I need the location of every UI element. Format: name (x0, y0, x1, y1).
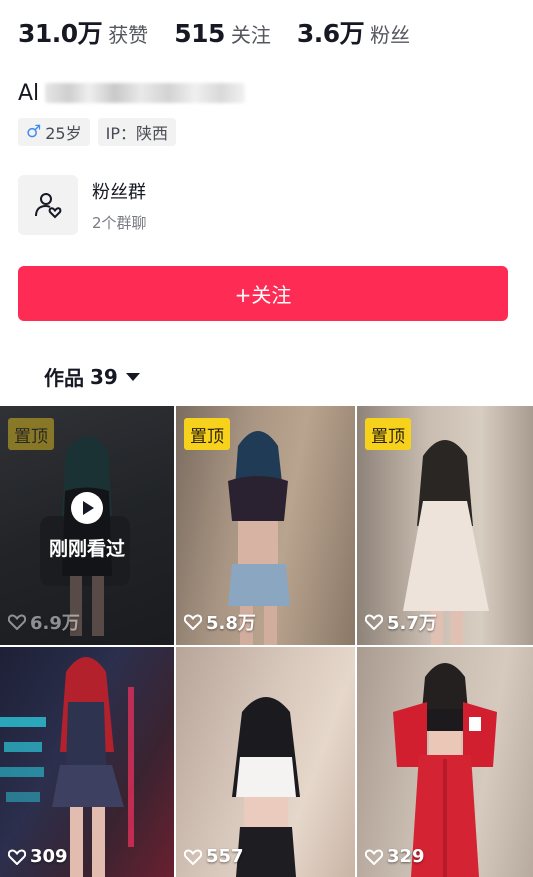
video-likes-count: 5.7万 (387, 613, 437, 634)
video-likes: 557 (184, 846, 244, 867)
just-watched-label: 刚刚看过 (48, 538, 125, 560)
stat-following-label: 关注 (230, 23, 271, 47)
video-likes-count: 557 (206, 846, 244, 867)
stat-following-value: 515 (174, 19, 225, 48)
pinned-badge: 置顶 (365, 418, 411, 450)
heart-icon (184, 614, 202, 630)
follow-button[interactable]: +关注 (18, 266, 508, 321)
video-likes: 5.7万 (365, 609, 437, 635)
stat-followers-value: 3.6万 (296, 19, 365, 48)
works-label: 作品 (44, 366, 84, 390)
stat-followers[interactable]: 3.6万 粉丝 (297, 14, 410, 50)
heart-icon (184, 848, 202, 865)
video-thumbnail[interactable]: 置顶 5.8万 (176, 406, 355, 645)
heart-icon (365, 614, 383, 630)
heart-icon (8, 848, 26, 865)
video-thumbnail[interactable]: 置顶 刚刚看过 6.9万 (0, 406, 174, 645)
pinned-badge: 置顶 (184, 418, 230, 450)
heart-icon (365, 848, 383, 865)
video-cover-figure (232, 697, 300, 877)
stat-likes-label: 获赞 (108, 23, 149, 47)
video-likes: 309 (8, 846, 68, 867)
heart-icon (8, 614, 26, 630)
male-icon: ♂ (26, 122, 42, 142)
video-likes-count: 5.8万 (206, 613, 256, 634)
profile-tags: ♂ 25岁 IP：陕西 (18, 118, 184, 146)
tab-works[interactable]: 作品 39 (44, 362, 140, 391)
video-likes-count: 6.9万 (30, 613, 80, 634)
profile-name-text: Al (18, 80, 40, 106)
ip-tag: IP：陕西 (97, 118, 176, 146)
profile-stats: 31.0万 获赞 515 关注 3.6万 粉丝 (18, 14, 436, 50)
age-tag: ♂ 25岁 (18, 118, 90, 146)
people-heart-icon (35, 193, 62, 219)
video-cover-figure (0, 657, 134, 877)
video-likes: 329 (365, 846, 425, 867)
fan-group-texts: 粉丝群 2个群聊 (92, 178, 147, 233)
caret-down-icon (125, 372, 140, 381)
fan-group-title: 粉丝群 (92, 181, 146, 203)
name-blur-mask (45, 83, 246, 103)
age-text: 25岁 (45, 124, 82, 143)
video-likes-count: 309 (30, 846, 68, 867)
video-likes: 6.9万 (8, 609, 80, 635)
stat-followers-label: 粉丝 (370, 23, 411, 47)
play-icon (71, 492, 103, 524)
works-count: 39 (90, 364, 118, 389)
fan-group-entry[interactable]: 粉丝群 2个群聊 (18, 175, 147, 235)
video-thumbnail[interactable]: 309 (0, 647, 174, 877)
video-cover-figure (393, 663, 497, 877)
video-thumbnail[interactable]: 置顶 5.7万 (357, 406, 533, 645)
fan-group-subtitle: 2个群聊 (92, 213, 147, 232)
video-thumbnail[interactable]: 557 (176, 647, 355, 877)
video-likes: 5.8万 (184, 609, 256, 635)
video-thumbnail[interactable]: 329 (357, 647, 533, 877)
fan-group-icon-box (18, 175, 78, 235)
profile-name: Al (18, 76, 246, 110)
stat-likes-value: 31.0万 (18, 19, 103, 48)
video-likes-count: 329 (387, 846, 425, 867)
stat-following[interactable]: 515 关注 (174, 19, 271, 48)
ip-text: IP：陕西 (105, 124, 168, 143)
pinned-badge: 置顶 (8, 418, 54, 450)
stat-likes[interactable]: 31.0万 获赞 (18, 14, 148, 50)
